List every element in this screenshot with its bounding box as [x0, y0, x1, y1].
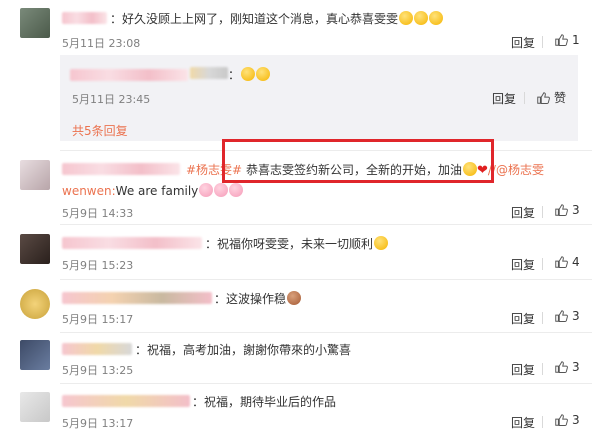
- comment-time: 5月9日 15:17: [62, 313, 134, 326]
- avatar[interactable]: [20, 340, 50, 370]
- avatar[interactable]: [20, 160, 50, 190]
- like-count: 3: [572, 413, 580, 427]
- emoji-icon: [414, 11, 429, 25]
- comment-text: ：祝福，期待毕业后的作品: [192, 395, 337, 409]
- username-blurred: [190, 67, 228, 79]
- divider: [542, 36, 543, 48]
- reply-button[interactable]: 回复: [511, 310, 535, 327]
- kiss-emoji-icon: [374, 236, 389, 250]
- emoji-icon: [429, 11, 444, 25]
- like-button[interactable]: 3: [554, 360, 580, 374]
- username-blurred[interactable]: [62, 237, 202, 249]
- divider: [524, 92, 525, 104]
- username-blurred[interactable]: [62, 12, 107, 24]
- reply-button[interactable]: 回复: [511, 361, 535, 378]
- bunny-icon: [214, 183, 229, 197]
- username-link[interactable]: wenwen:: [62, 184, 116, 198]
- username-blurred[interactable]: [62, 343, 132, 355]
- reply-button[interactable]: 回复: [511, 414, 535, 431]
- thumbs-up-icon: [555, 34, 568, 46]
- comment-text-line2: wenwen:We are family: [62, 183, 244, 198]
- like-button[interactable]: 1: [554, 33, 580, 47]
- thumbs-up-icon: [555, 361, 568, 373]
- more-replies-link[interactable]: 共5条回复: [72, 122, 128, 139]
- comment-time: 5月9日 13:25: [62, 364, 134, 377]
- username-blurred[interactable]: [62, 163, 180, 175]
- row-divider: [60, 224, 592, 225]
- mention-link[interactable]: //@杨志雯: [488, 163, 544, 177]
- divider: [542, 206, 543, 218]
- comment-text: ：好久没顾上上网了，刚知道这个消息，真心恭喜雯雯: [110, 10, 444, 27]
- doge-emoji-icon: [287, 291, 302, 305]
- thumbs-up-icon: [555, 310, 568, 322]
- like-button[interactable]: 3: [554, 309, 580, 323]
- reply-time: 5月11日 23:45: [72, 93, 151, 106]
- comment-list: ：好久没顾上上网了，刚知道这个消息，真心恭喜雯雯 5月11日 23:08 回复 …: [0, 0, 600, 434]
- avatar[interactable]: [20, 8, 50, 38]
- divider: [542, 258, 543, 270]
- reply-button[interactable]: 回复: [492, 90, 516, 107]
- like-button[interactable]: 赞: [536, 89, 566, 106]
- divider: [542, 312, 543, 324]
- row-divider: [60, 332, 592, 333]
- emoji-icon: [256, 67, 271, 81]
- like-count: 3: [572, 309, 580, 323]
- row-divider: [60, 279, 592, 280]
- bunny-icon: [199, 183, 214, 197]
- like-label: 赞: [554, 91, 567, 105]
- thumbs-up-icon: [537, 91, 550, 104]
- thumbs-up-icon: [555, 256, 568, 268]
- avatar[interactable]: [20, 234, 50, 264]
- reply-thread: ： 5月11日 23:45 回复 赞 共5条回复: [60, 55, 578, 141]
- reply-button[interactable]: 回复: [511, 34, 535, 51]
- like-button[interactable]: 3: [554, 203, 580, 217]
- like-count: 1: [572, 33, 580, 47]
- divider: [542, 416, 543, 428]
- username-blurred[interactable]: [70, 69, 188, 81]
- emoji-icon: [241, 67, 256, 81]
- highlight-box: [222, 139, 494, 183]
- like-count: 4: [572, 255, 580, 269]
- avatar[interactable]: [20, 289, 50, 319]
- reply-button[interactable]: 回复: [511, 256, 535, 273]
- avatar[interactable]: [20, 392, 50, 422]
- comment-time: 5月11日 23:08: [62, 37, 141, 50]
- comment-text: ：这波操作稳: [214, 290, 302, 307]
- comment-time: 5月9日 14:33: [62, 207, 134, 220]
- row-divider: [60, 383, 592, 384]
- like-button[interactable]: 4: [554, 255, 580, 269]
- username-blurred[interactable]: [62, 292, 212, 304]
- like-count: 3: [572, 360, 580, 374]
- reply-text: ：: [228, 66, 271, 83]
- like-button[interactable]: 3: [554, 413, 580, 427]
- comment-time: 5月9日 13:17: [62, 417, 134, 430]
- bunny-icon: [229, 183, 244, 197]
- emoji-icon: [399, 11, 414, 25]
- thumbs-up-icon: [555, 414, 568, 426]
- divider: [542, 363, 543, 375]
- thumbs-up-icon: [555, 204, 568, 216]
- username-blurred[interactable]: [62, 395, 190, 407]
- comment-text: ：祝福你呀雯雯，未来一切顺利: [205, 235, 389, 252]
- like-count: 3: [572, 203, 580, 217]
- reply-button[interactable]: 回复: [511, 204, 535, 221]
- comment-time: 5月9日 15:23: [62, 259, 134, 272]
- comment-text: ：祝福，高考加油，謝謝你帶來的小驚喜: [135, 343, 352, 357]
